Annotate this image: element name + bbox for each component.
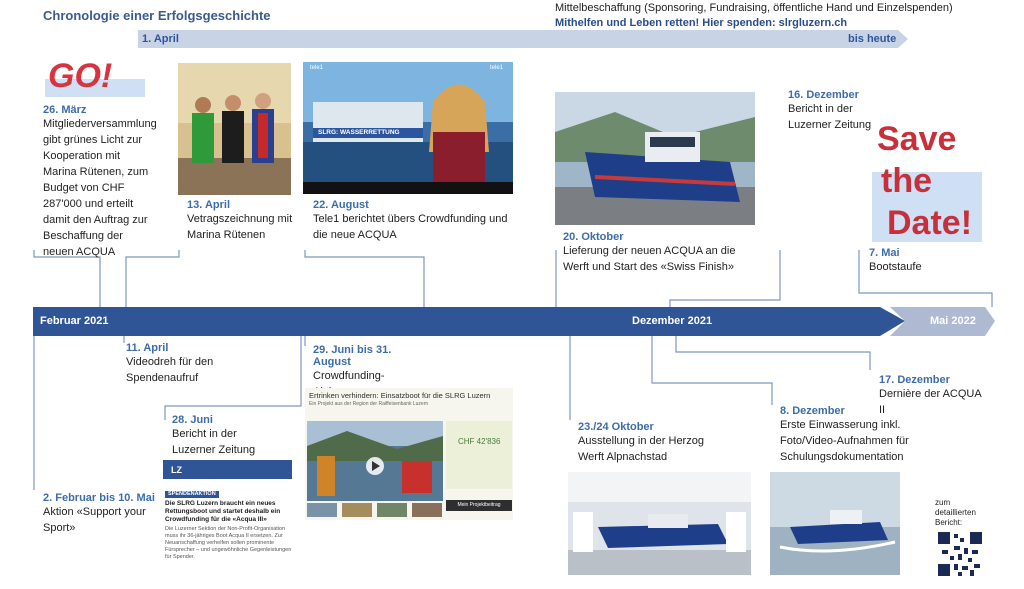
- event-20-oktober: 20. Oktober Lieferung der neuen ACQUA an…: [563, 231, 763, 275]
- event-text: Mitgliederversammlung gibt grünes Licht …: [43, 118, 157, 258]
- photo-contract-signing: [178, 63, 291, 195]
- qr-label: zum detaillierten Bericht:: [935, 498, 976, 527]
- event-text: Lieferung der neuen ACQUA an die Werft u…: [563, 245, 736, 273]
- date-word: Date!: [887, 204, 973, 242]
- event-date: 20. Oktober: [563, 231, 624, 243]
- go-sticker: GO!: [48, 57, 113, 95]
- photo-exhibition-hall: [568, 472, 751, 575]
- tele1-video-screenshot[interactable]: [303, 62, 513, 194]
- event-date: 28. Juni: [172, 414, 213, 426]
- save-word: Save: [877, 120, 957, 158]
- event-text: Aktion «Support your Sport»: [43, 506, 146, 534]
- connector-8dez: [651, 336, 773, 405]
- crowdfunding-title: Ertrinken verhindern: Einsatzboot für di…: [309, 391, 491, 400]
- event-date: 7. Mai: [869, 247, 900, 259]
- qr-code-icon[interactable]: [938, 532, 982, 576]
- event-date: 11. April: [126, 342, 169, 354]
- event-date: 16. Dezember: [788, 89, 859, 101]
- tele-logo-left: tele1: [310, 65, 324, 71]
- top-bar-start: 1. April: [142, 33, 179, 45]
- event-date: 17. Dezember: [879, 374, 950, 386]
- connector-22aug: [304, 250, 425, 307]
- crowdfunding-button[interactable]: Mein Projektbeitrag: [446, 500, 512, 511]
- event-text: Videodreh für den Spendenaufruf: [126, 356, 214, 384]
- main-timeline-bar: [33, 307, 905, 336]
- save-the-date-sticker: Save the Date!: [877, 118, 972, 244]
- news-clip[interactable]: SPENDENAKTION Die SLRG Luzern braucht ei…: [165, 491, 293, 561]
- event-text: Tele1 berichtet übers Crowdfunding und d…: [313, 213, 508, 241]
- event-date: 29. Juni bis 31. August: [313, 344, 392, 368]
- crowdfunding-photo: [307, 421, 443, 501]
- event-text: Dernière der ACQUA II: [879, 388, 982, 416]
- top-arrow-bar: [138, 30, 908, 48]
- event-13-april: 13. April Vetragszeichnung mit Marina Rü…: [187, 199, 297, 243]
- photo-boat-delivery: [555, 92, 755, 225]
- event-date: 26. März: [43, 104, 87, 116]
- bar-label-feb2021: Februar 2021: [40, 315, 109, 327]
- news-tag: SPENDENAKTION: [165, 491, 219, 498]
- event-7-mai: 7. Mai Bootstaufe: [869, 247, 979, 275]
- connector-17dez: [675, 336, 871, 370]
- the-word: the: [881, 162, 932, 200]
- news-body: Die Luzerner Sektion der Non-Profit-Orga…: [165, 526, 292, 560]
- event-22-august: 22. August Tele1 berichtet übers Crowdfu…: [313, 199, 513, 243]
- event-28-juni: 28. Juni Bericht in der Luzerner Zeitung: [172, 414, 282, 458]
- top-bar-end: bis heute: [848, 33, 897, 45]
- bar-label-dec2021: Dezember 2021: [632, 315, 713, 327]
- event-2-februar: 2. Februar bis 10. Mai Aktion «Support y…: [43, 492, 173, 536]
- crowdfunding-thumbnails: [307, 503, 442, 517]
- lz-logo: LZ: [171, 465, 182, 475]
- event-11-april: 11. April Videodreh für den Spendenaufru…: [126, 342, 236, 386]
- photo-first-launch: [770, 472, 900, 575]
- crowdfunding-screenshot[interactable]: Ertrinken verhindern: Einsatzboot für di…: [305, 388, 513, 520]
- event-date: 23./24 Oktober: [578, 421, 654, 433]
- news-headline: Die SLRG Luzern braucht ein neues Rettun…: [165, 500, 281, 523]
- event-17-dezember: 17. Dezember Dernière der ACQUA II: [879, 374, 989, 418]
- event-text: Erste Einwasserung inkl. Foto/Video-Aufn…: [780, 419, 909, 463]
- event-text: Vetragszeichnung mit Marina Rütenen: [187, 213, 293, 241]
- event-date: 13. April: [187, 199, 230, 211]
- event-date: 2. Februar bis 10. Mai: [43, 492, 155, 504]
- event-23-24-oktober: 23./24 Oktober Ausstellung in der Herzog…: [578, 421, 728, 465]
- crowdfunding-amount: CHF 42'836: [458, 437, 501, 446]
- event-date: 22. August: [313, 199, 369, 211]
- event-text: Bootstaufe: [869, 261, 922, 273]
- bar-label-mai2022: Mai 2022: [930, 315, 976, 327]
- crowdfunding-panel: CHF 42'836: [446, 421, 512, 489]
- crowdfunding-sub: Ein Projekt aus der Region der Raiffeise…: [309, 401, 429, 407]
- tele-logo-right: tele1: [490, 65, 504, 71]
- lz-header: LZ: [163, 460, 292, 479]
- event-text: Ausstellung in der Herzog Werft Alpnachs…: [578, 435, 704, 463]
- event-text: Bericht in der Luzerner Zeitung: [172, 428, 256, 456]
- tele-banner: SLRG: WASSERRETTUNG: [318, 129, 400, 136]
- event-26-maerz: 26. März Mitgliederversammlung gibt grün…: [43, 104, 157, 260]
